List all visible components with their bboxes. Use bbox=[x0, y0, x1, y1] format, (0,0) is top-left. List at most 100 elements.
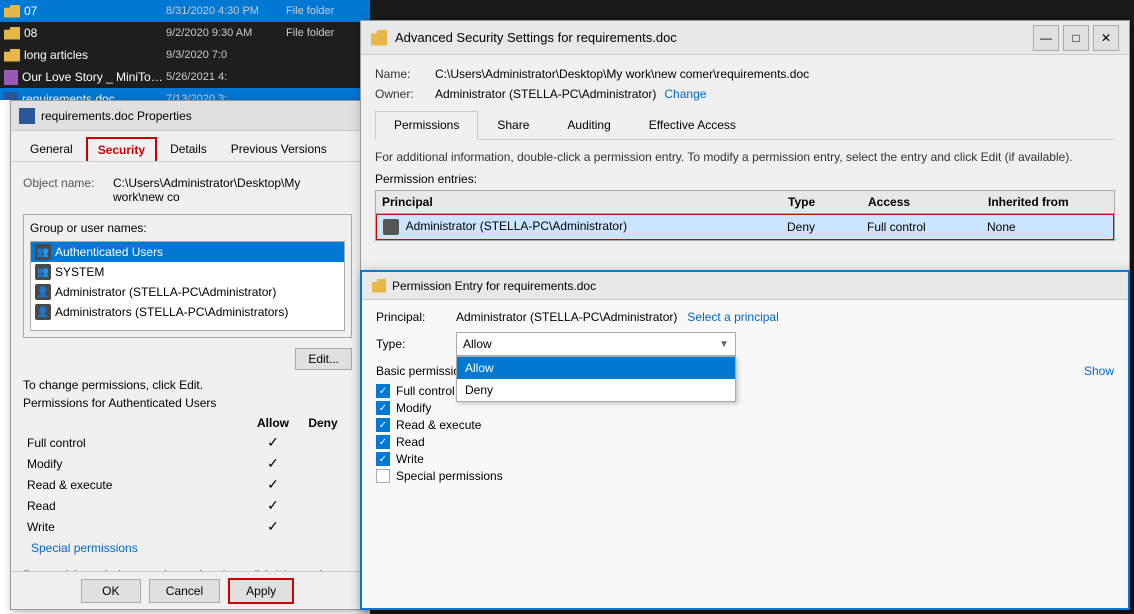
tab-general[interactable]: General bbox=[19, 137, 84, 161]
object-name-row: Object name: C:\Users\Administrator\Desk… bbox=[23, 176, 352, 204]
owner-value: Administrator (STELLA-PC\Administrator) bbox=[435, 87, 656, 101]
perm-user-icon bbox=[383, 219, 399, 235]
change-perms-label: To change permissions, click Edit. bbox=[23, 378, 352, 392]
entry-principal: Administrator (STELLA-PC\Administrator) bbox=[383, 219, 787, 235]
dropdown-menu: Allow Deny bbox=[456, 356, 736, 402]
owner-row: Owner: Administrator (STELLA-PC\Administ… bbox=[375, 87, 1115, 101]
adv-tab-permissions[interactable]: Permissions bbox=[375, 111, 478, 140]
name-label: Name: bbox=[375, 67, 435, 81]
perm-entries-label: Permission entries: bbox=[375, 172, 1115, 186]
dropdown-button[interactable]: Allow ▼ bbox=[456, 332, 736, 356]
user-item[interactable]: 👤 Administrator (STELLA-PC\Administrator… bbox=[31, 282, 344, 302]
perm-name: Read bbox=[27, 499, 248, 513]
perm-table-row[interactable]: Administrator (STELLA-PC\Administrator) … bbox=[376, 214, 1114, 240]
special-perms-label[interactable]: Special permissions bbox=[27, 539, 248, 557]
file-name: long articles bbox=[24, 48, 166, 62]
user-name: Administrators (STELLA-PC\Administrators… bbox=[55, 305, 288, 319]
user-item[interactable]: 👥 Authenticated Users bbox=[31, 242, 344, 262]
user-list[interactable]: 👥 Authenticated Users 👥 SYSTEM 👤 Adminis… bbox=[30, 241, 345, 331]
checkbox-checked: ✓ bbox=[376, 418, 390, 432]
file-name: Our Love Story _ MiniTool Software.wmv bbox=[22, 70, 166, 84]
allow-check: ✓ bbox=[248, 434, 298, 451]
perms-col-deny: Deny bbox=[298, 416, 348, 430]
pe-title-icon bbox=[372, 279, 386, 293]
tab-details[interactable]: Details bbox=[159, 137, 218, 161]
pe-type-label: Type: bbox=[376, 337, 456, 351]
permission-row: Full control ✓ bbox=[23, 432, 352, 453]
checkbox-checked: ✓ bbox=[376, 384, 390, 398]
name-value: C:\Users\Administrator\Desktop\My work\n… bbox=[435, 67, 809, 81]
group-box-title: Group or user names: bbox=[30, 221, 345, 235]
entry-type: Deny bbox=[787, 220, 867, 234]
select-principal-link[interactable]: Select a principal bbox=[687, 310, 778, 324]
file-name: 07 bbox=[24, 4, 166, 18]
adv-tab-effective-access[interactable]: Effective Access bbox=[630, 111, 755, 139]
file-date: 7/13/2020 3: bbox=[166, 93, 286, 100]
edit-button[interactable]: Edit... bbox=[295, 348, 352, 370]
col-access-header: Access bbox=[868, 195, 988, 209]
file-row[interactable]: 08 9/2/2020 9:30 AM File folder bbox=[0, 22, 370, 44]
file-date: 9/3/2020 7:0 bbox=[166, 49, 286, 61]
perms-col-allow: Allow bbox=[248, 416, 298, 430]
properties-tabs: General Security Details Previous Versio… bbox=[11, 131, 364, 162]
user-avatar: 👤 bbox=[35, 304, 51, 320]
object-name-value: C:\Users\Administrator\Desktop\My work\n… bbox=[113, 176, 352, 204]
properties-content: Object name: C:\Users\Administrator\Desk… bbox=[11, 162, 364, 589]
tab-previous-versions[interactable]: Previous Versions bbox=[220, 137, 338, 161]
col-type-header: Type bbox=[788, 195, 868, 209]
file-icon bbox=[4, 92, 18, 101]
checkbox-checked: ✓ bbox=[376, 452, 390, 466]
file-row[interactable]: 07 8/31/2020 4:30 PM File folder bbox=[0, 0, 370, 22]
close-button[interactable]: ✕ bbox=[1093, 25, 1119, 51]
dropdown-item-allow[interactable]: Allow bbox=[457, 357, 735, 379]
file-row[interactable]: requirements.doc 7/13/2020 3: bbox=[0, 88, 370, 100]
dropdown-item-deny[interactable]: Deny bbox=[457, 379, 735, 401]
user-item[interactable]: 👤 Administrators (STELLA-PC\Administrato… bbox=[31, 302, 344, 322]
minimize-button[interactable]: — bbox=[1033, 25, 1059, 51]
maximize-button[interactable]: □ bbox=[1063, 25, 1089, 51]
apply-button[interactable]: Apply bbox=[228, 578, 294, 604]
properties-dialog-icon bbox=[19, 108, 35, 124]
properties-title: requirements.doc Properties bbox=[41, 109, 192, 123]
file-icon bbox=[4, 49, 20, 62]
file-date: 5/26/2021 4: bbox=[166, 71, 286, 83]
entry-access: Full control bbox=[867, 220, 987, 234]
change-owner-link[interactable]: Change bbox=[664, 87, 706, 101]
user-avatar: 👥 bbox=[35, 264, 51, 280]
file-icon bbox=[4, 70, 18, 85]
file-name: requirements.doc bbox=[22, 92, 166, 100]
file-row[interactable]: Our Love Story _ MiniTool Software.wmv 5… bbox=[0, 66, 370, 88]
allow-check: ✓ bbox=[248, 455, 298, 472]
adv-content: Name: C:\Users\Administrator\Desktop\My … bbox=[361, 55, 1129, 253]
adv-tab-auditing[interactable]: Auditing bbox=[548, 111, 629, 139]
perm-name: Read & execute bbox=[27, 478, 248, 492]
tab-security[interactable]: Security bbox=[86, 137, 157, 161]
type-dropdown: Allow ▼ Allow Deny bbox=[456, 332, 736, 356]
perm-check-row: ✓ Modify bbox=[376, 401, 1114, 415]
entry-inherited: None bbox=[987, 220, 1107, 234]
pe-principal-label: Principal: bbox=[376, 310, 456, 324]
checkbox-unchecked[interactable] bbox=[376, 469, 390, 483]
file-list: 07 8/31/2020 4:30 PM File folder 08 9/2/… bbox=[0, 0, 370, 100]
perm-check-row: ✓ Write bbox=[376, 452, 1114, 466]
file-type: File folder bbox=[286, 27, 366, 39]
user-item[interactable]: 👥 SYSTEM bbox=[31, 262, 344, 282]
file-row[interactable]: long articles 9/3/2020 7:0 bbox=[0, 44, 370, 66]
perm-entry-title-bar: Permission Entry for requirements.doc bbox=[362, 272, 1128, 300]
perm-table-header: Principal Type Access Inherited from bbox=[376, 191, 1114, 214]
object-name-label: Object name: bbox=[23, 176, 113, 190]
adv-title-bar: Advanced Security Settings for requireme… bbox=[361, 21, 1129, 55]
checkbox-checked: ✓ bbox=[376, 401, 390, 415]
show-link[interactable]: Show bbox=[1084, 364, 1114, 378]
allow-check: ✓ bbox=[248, 518, 298, 535]
dropdown-arrow-icon: ▼ bbox=[719, 339, 729, 350]
properties-dialog: requirements.doc Properties General Secu… bbox=[10, 100, 365, 610]
user-avatar: 👤 bbox=[35, 284, 51, 300]
perm-check-label: Modify bbox=[396, 401, 431, 415]
perm-check-label: Read bbox=[396, 435, 425, 449]
adv-tabs: Permissions Share Auditing Effective Acc… bbox=[375, 111, 1115, 140]
adv-tab-share[interactable]: Share bbox=[478, 111, 548, 139]
ok-button[interactable]: OK bbox=[81, 579, 141, 603]
title-buttons: — □ ✕ bbox=[1033, 25, 1119, 51]
cancel-button[interactable]: Cancel bbox=[149, 579, 220, 603]
